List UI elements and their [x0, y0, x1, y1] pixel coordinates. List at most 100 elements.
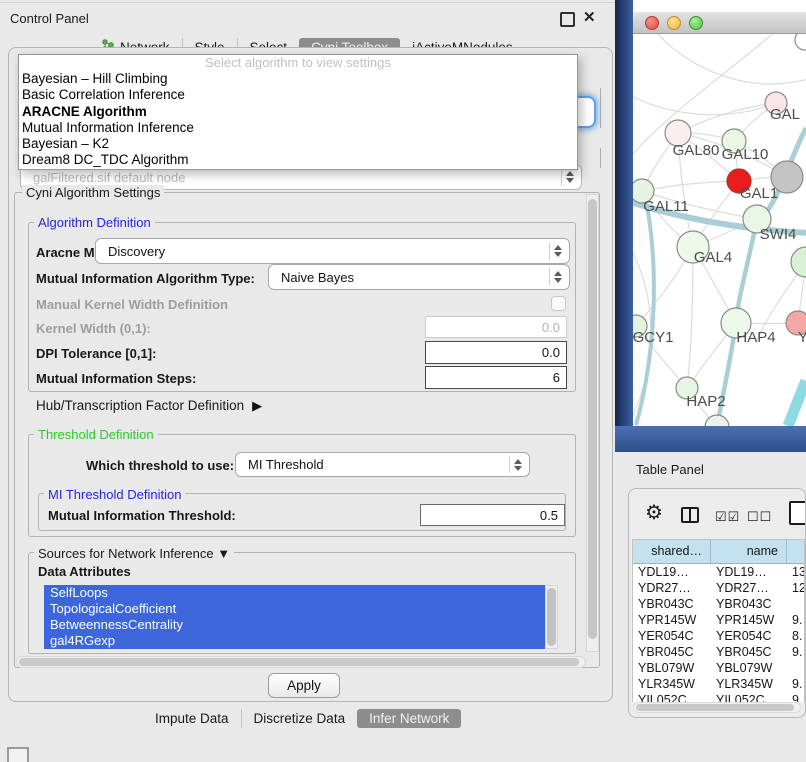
algorithm-option[interactable]: ARACNE Algorithm [19, 104, 577, 120]
table-panel: ⚙ ☑☑ ☐☐ shared…nameAYDL19…YDL19…13YDR27…… [628, 488, 806, 718]
table-row[interactable]: YDL19…YDL19…13 [633, 564, 804, 580]
network-window-frame [615, 0, 633, 452]
table-cell: YLR345W [711, 676, 787, 692]
algorithm-option[interactable]: Dream8 DC_TDC Algorithm [19, 152, 577, 168]
hub-section-label: Hub/Transcription Factor Definition [36, 398, 244, 413]
mi-type-value: Naive Bayes [281, 270, 354, 285]
tab-discretize-data[interactable]: Discretize Data [241, 709, 358, 728]
close-traffic-light[interactable] [645, 16, 659, 30]
table-cell: YBR043C [633, 596, 711, 612]
network-view-canvas[interactable]: GALGAL80GAL10GAL1GAL11SWI4GAL4GCY1HAP4YH… [633, 34, 806, 426]
network-node[interactable] [795, 34, 806, 50]
hub-section-toggle[interactable]: Hub/Transcription Factor Definition ▶ [36, 398, 262, 414]
table-horizontal-scrollbar[interactable] [633, 702, 801, 713]
table-select-combo-value: galFiltered.sif default node [33, 170, 185, 185]
minimize-traffic-light[interactable] [667, 16, 681, 30]
settings-vertical-scrollbar[interactable] [586, 194, 599, 652]
table-row[interactable]: YIL052CYIL052C9. [633, 692, 804, 702]
manual-kernel-label: Manual Kernel Width Definition [36, 297, 228, 312]
tab-impute-data[interactable]: Impute Data [143, 709, 241, 728]
node-label: GAL [770, 106, 800, 123]
network-node[interactable] [791, 247, 806, 277]
aracne-mode-combo[interactable]: Discovery [95, 238, 570, 264]
close-icon[interactable]: ✕ [583, 8, 596, 26]
which-threshold-combo[interactable]: MI Threshold [235, 452, 530, 477]
column-settings-icon[interactable] [681, 507, 699, 523]
table-cell: YPR145W [711, 612, 787, 628]
stepper-icon [549, 268, 566, 286]
mi-steps-field[interactable]: 6 [425, 366, 567, 389]
hidden-groupbox-edge [600, 148, 601, 168]
bottom-tabs: Impute DataDiscretize DataInfer Network [143, 707, 461, 729]
stepper-icon [549, 242, 566, 260]
network-window-top [633, 0, 806, 12]
divider [0, 2, 620, 3]
attribute-item[interactable]: SelfLoops [44, 585, 558, 601]
scrollbar-thumb[interactable] [636, 704, 794, 711]
column-header[interactable]: A [787, 540, 805, 564]
screen: Control Panel ✕ NetworkStyleSelectCyni T… [0, 0, 806, 762]
zoom-traffic-light[interactable] [689, 16, 703, 30]
scrollbar-thumb[interactable] [547, 588, 556, 646]
dpi-tolerance-field[interactable]: 0.0 [425, 341, 567, 364]
attributes-scrollbar[interactable] [545, 585, 558, 649]
settings-group-title: Cyni Algorithm Settings [22, 185, 164, 200]
column-header[interactable]: shared… [633, 540, 711, 564]
mi-threshold-field[interactable]: 0.5 [420, 504, 565, 526]
network-node-labels: GALGAL80GAL10GAL1GAL11SWI4GAL4GCY1HAP4YH… [633, 106, 806, 410]
node-label: GAL1 [740, 185, 778, 202]
algorithm-option[interactable]: Bayesian – K2 [19, 136, 577, 152]
algorithm-option[interactable]: Basic Correlation Inference [19, 87, 577, 103]
algorithm-dropdown-popup: Select algorithm to view settings Bayesi… [18, 54, 578, 170]
gear-icon[interactable]: ⚙ [645, 503, 663, 523]
manual-kernel-checkbox[interactable] [551, 296, 566, 311]
table-row[interactable]: YDR27…YDR27…12 [633, 580, 804, 596]
collapse-arrow-icon: ▼ [217, 546, 230, 561]
algorithm-option[interactable]: Bayesian – Hill Climbing [19, 71, 577, 87]
table-cell: YDR27… [711, 580, 787, 596]
threshold-definition-title: Threshold Definition [34, 427, 158, 442]
apply-button[interactable]: Apply [268, 673, 340, 698]
kernel-width-label: Kernel Width (0,1): [36, 321, 151, 336]
attribute-item[interactable]: BetweennessCentrality [44, 617, 558, 633]
new-table-icon[interactable] [789, 501, 806, 525]
table-cell: YBR045C [711, 644, 787, 660]
table-row[interactable]: YBL079WYBL079W [633, 660, 804, 676]
tab-infer-network[interactable]: Infer Network [357, 709, 461, 728]
algorithm-option[interactable]: Mutual Information Inference [19, 120, 577, 136]
table-header-row: shared…nameA [633, 540, 804, 564]
expand-arrow-icon: ▶ [252, 398, 262, 414]
node-label: Y [798, 329, 806, 346]
node-table[interactable]: shared…nameAYDL19…YDL19…13YDR27…YDR27…12… [632, 539, 805, 702]
unselect-all-columns-icon[interactable]: ☐☐ [747, 509, 772, 525]
attribute-item[interactable]: TopologicalCoefficient [44, 601, 558, 617]
table-row[interactable]: YBR043CYBR043C [633, 596, 804, 612]
settings-horizontal-scrollbar[interactable] [16, 656, 586, 668]
table-cell: YIL052C [711, 692, 787, 702]
sources-section-toggle[interactable]: Sources for Network Inference ▼ [34, 546, 234, 561]
table-cell: YDR27… [633, 580, 711, 596]
table-cell [787, 596, 805, 612]
algorithm-definition-title: Algorithm Definition [34, 215, 155, 230]
control-panel-title: Control Panel [10, 11, 89, 26]
table-row[interactable]: YPR145WYPR145W9. [633, 612, 804, 628]
table-cell: YLR345W [633, 676, 711, 692]
table-cell: 12 [787, 580, 805, 596]
table-row[interactable]: YLR345WYLR345W9. [633, 676, 804, 692]
scrollbar-thumb[interactable] [19, 658, 579, 666]
network-window-titlebar[interactable] [633, 12, 806, 34]
table-cell: 9. [787, 692, 805, 702]
table-cell [787, 660, 805, 676]
mi-type-combo[interactable]: Naive Bayes [268, 264, 570, 290]
kernel-width-field[interactable]: 0.0 [425, 316, 567, 338]
table-row[interactable]: YBR045CYBR045C9. [633, 644, 804, 660]
table-cell: 13 [787, 564, 805, 580]
float-window-icon[interactable] [560, 12, 575, 27]
column-header[interactable]: name [711, 540, 787, 564]
table-row[interactable]: YER054CYER054C8. [633, 628, 804, 644]
collapsed-panel-icon[interactable] [7, 747, 29, 762]
attribute-item[interactable]: gal4RGexp [44, 633, 558, 649]
data-attributes-list: SelfLoopsTopologicalCoefficientBetweenne… [44, 585, 558, 649]
select-all-columns-icon[interactable]: ☑☑ [715, 509, 740, 525]
scrollbar-thumb[interactable] [588, 199, 597, 639]
